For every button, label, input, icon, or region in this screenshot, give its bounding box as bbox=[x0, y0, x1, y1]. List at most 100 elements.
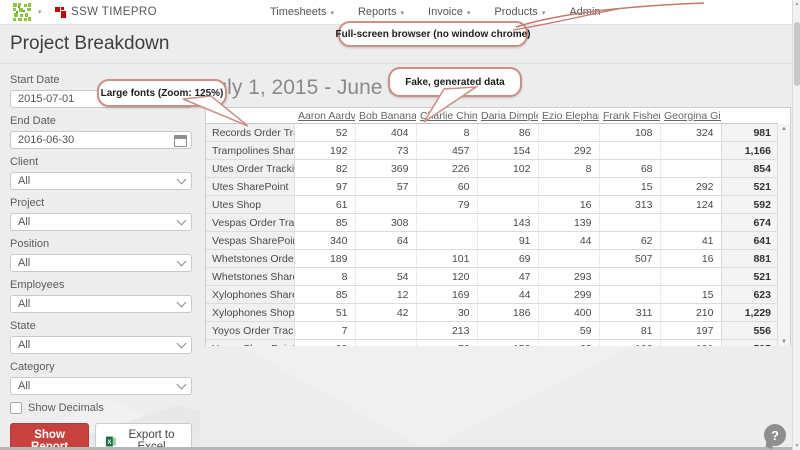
hours-cell: 192 bbox=[294, 142, 355, 160]
table-scrollbar[interactable]: ▲ ▼ bbox=[777, 124, 790, 347]
hours-cell: 57 bbox=[355, 178, 416, 196]
employee-column-link[interactable]: Bob Banana bbox=[355, 110, 416, 122]
hours-cell: 54 bbox=[355, 268, 416, 286]
hours-cell: 226 bbox=[416, 160, 477, 178]
hours-cell: 86 bbox=[477, 124, 538, 142]
hours-cell: 308 bbox=[355, 214, 416, 232]
hours-cell: 143 bbox=[477, 214, 538, 232]
hours-cell: 85 bbox=[294, 286, 355, 304]
hours-cell: 292 bbox=[538, 142, 599, 160]
hours-cell: 400 bbox=[538, 304, 599, 322]
svg-text:X: X bbox=[108, 438, 112, 445]
chevron-down-icon bbox=[177, 339, 187, 349]
project-row-label: Whetstones Order Tracking bbox=[206, 250, 294, 268]
scroll-down-icon[interactable]: ▼ bbox=[778, 339, 790, 345]
end-date-input[interactable] bbox=[11, 133, 168, 147]
category-select[interactable]: All bbox=[10, 377, 192, 395]
hours-cell: 124 bbox=[660, 196, 721, 214]
employee-column-link[interactable]: Daria Dimples bbox=[477, 110, 538, 122]
brand[interactable]: SSW TIMEPRO bbox=[55, 6, 157, 18]
nav-item-admin[interactable]: Admin bbox=[569, 6, 600, 18]
hours-cell: 213 bbox=[416, 322, 477, 340]
hours-cell: 311 bbox=[599, 304, 660, 322]
hours-cell: 15 bbox=[599, 178, 660, 196]
hours-cell: 44 bbox=[538, 232, 599, 250]
table-row: Vespas Order Tracking85308143139674 bbox=[206, 214, 778, 232]
nav-item-timesheets[interactable]: Timesheets▾ bbox=[270, 6, 334, 18]
page-title: Project Breakdown bbox=[10, 33, 169, 55]
scroll-down-icon[interactable]: ▼ bbox=[793, 443, 800, 449]
table-row: Utes SharePoint97576015292521 bbox=[206, 178, 778, 196]
hours-cell: 139 bbox=[538, 214, 599, 232]
hours-cell bbox=[477, 196, 538, 214]
export-excel-button[interactable]: X Export to Excel bbox=[95, 423, 192, 450]
hours-cell: 197 bbox=[660, 322, 721, 340]
hours-cell bbox=[416, 232, 477, 250]
scrollbar-thumb[interactable] bbox=[794, 22, 800, 86]
row-total-cell: 521 bbox=[721, 268, 778, 286]
hours-cell bbox=[355, 196, 416, 214]
nav-item-invoice[interactable]: Invoice▾ bbox=[428, 6, 470, 18]
table-row: Xylophones SharePoint85121694429915623 bbox=[206, 286, 778, 304]
hours-cell bbox=[660, 160, 721, 178]
scroll-up-icon[interactable]: ▲ bbox=[793, 1, 800, 7]
project-row-label: Vespas Order Tracking bbox=[206, 214, 294, 232]
row-total-cell: 1,229 bbox=[721, 304, 778, 322]
hours-cell bbox=[416, 214, 477, 232]
page-fold-cover bbox=[200, 346, 792, 450]
hours-cell bbox=[599, 268, 660, 286]
employee-column-link[interactable]: Charlie Chimp bbox=[416, 110, 477, 122]
hours-cell: 85 bbox=[294, 214, 355, 232]
chevron-down-icon: ▾ bbox=[401, 9, 405, 17]
hours-cell: 186 bbox=[477, 304, 538, 322]
scroll-up-icon[interactable]: ▲ bbox=[778, 126, 790, 132]
hours-cell bbox=[355, 250, 416, 268]
company-logo-icon[interactable] bbox=[12, 2, 32, 22]
column-header: Ezio Elephant bbox=[538, 108, 599, 124]
employee-column-link[interactable]: Ezio Elephant bbox=[538, 110, 599, 122]
hours-cell: 7 bbox=[294, 322, 355, 340]
table-row: Vespas SharePoint3406491446241641 bbox=[206, 232, 778, 250]
callout-fake-data: Fake, generated data bbox=[388, 67, 522, 97]
employee-column-link[interactable]: Frank Fisher bbox=[599, 110, 660, 122]
employee-column-link[interactable]: Georgina Gir... bbox=[660, 110, 721, 122]
show-report-button[interactable]: Show Report bbox=[10, 423, 89, 450]
help-button[interactable]: ? bbox=[764, 424, 786, 446]
chevron-down-icon bbox=[177, 298, 187, 308]
nav-item-reports[interactable]: Reports▾ bbox=[358, 6, 404, 18]
column-header: Frank Fisher bbox=[599, 108, 660, 124]
position-select[interactable]: All bbox=[10, 254, 192, 272]
row-total-cell: 556 bbox=[721, 322, 778, 340]
nav-item-products[interactable]: Products▾ bbox=[494, 6, 545, 18]
end-date-label: End Date bbox=[10, 115, 192, 127]
calendar-icon[interactable] bbox=[174, 135, 187, 147]
project-row-label: Records Order Tracking bbox=[206, 124, 294, 142]
state-select[interactable]: All bbox=[10, 336, 192, 354]
hours-cell: 102 bbox=[477, 160, 538, 178]
hours-cell: 507 bbox=[599, 250, 660, 268]
hours-cell: 340 bbox=[294, 232, 355, 250]
row-total-cell: 592 bbox=[721, 196, 778, 214]
hours-cell bbox=[660, 268, 721, 286]
hours-cell: 16 bbox=[660, 250, 721, 268]
logo-dropdown-caret-icon[interactable]: ▾ bbox=[38, 8, 42, 16]
hours-cell: 79 bbox=[416, 196, 477, 214]
category-label: Category bbox=[10, 361, 192, 373]
table-row: Whetstones Order Tracking189101695071688… bbox=[206, 250, 778, 268]
page-scrollbar[interactable]: ▲ ▼ bbox=[792, 0, 800, 450]
hours-cell: 15 bbox=[660, 286, 721, 304]
hours-cell: 81 bbox=[599, 322, 660, 340]
show-decimals-checkbox[interactable] bbox=[10, 402, 22, 414]
employees-select[interactable]: All bbox=[10, 295, 192, 313]
hours-cell bbox=[538, 178, 599, 196]
hours-cell: 369 bbox=[355, 160, 416, 178]
project-row-label: Whetstones SharePoint bbox=[206, 268, 294, 286]
callout-large-fonts: Large fonts (Zoom: 125%) bbox=[97, 79, 227, 107]
employee-column-link[interactable]: Aaron Aardva... bbox=[294, 110, 355, 122]
table-row: Trampolines SharePoint192734571542921,16… bbox=[206, 142, 778, 160]
client-select[interactable]: All bbox=[10, 172, 192, 190]
project-select[interactable]: All bbox=[10, 213, 192, 231]
project-row-label: Trampolines SharePoint bbox=[206, 142, 294, 160]
hours-cell: 457 bbox=[416, 142, 477, 160]
divider bbox=[0, 63, 792, 64]
